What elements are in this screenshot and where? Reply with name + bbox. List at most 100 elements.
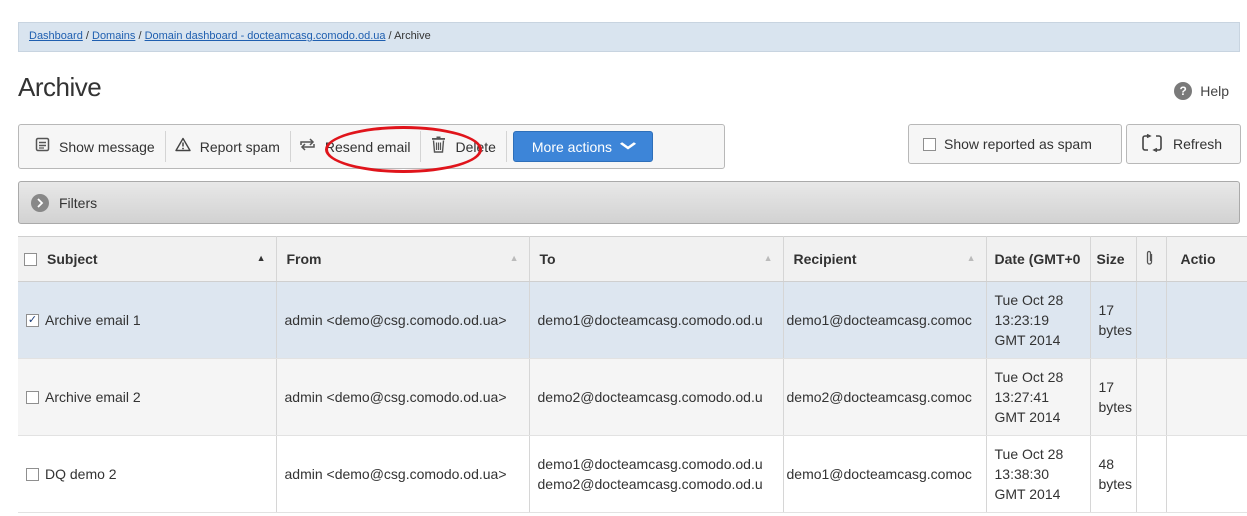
- cell-actions: [1166, 281, 1247, 359]
- cell-date: Tue Oct 28 13:38:30 GMT 2014: [986, 435, 1091, 513]
- show-message-button[interactable]: Show message: [25, 131, 166, 162]
- filters-label: Filters: [59, 194, 98, 211]
- row-subject: Archive email 1: [45, 312, 141, 328]
- row-date-time: 13:38:30: [994, 466, 1050, 482]
- cell-size: 17 bytes: [1090, 281, 1137, 359]
- show-reported-spam-label: Show reported as spam: [944, 136, 1092, 152]
- cell-date: Tue Oct 28 13:27:41 GMT 2014: [986, 358, 1091, 436]
- breadcrumb-current: Archive: [394, 30, 431, 42]
- cell-actions: [1166, 358, 1247, 436]
- archive-table: Subject ▲ From ▲ To ▲ Recipient ▲ Date (…: [18, 236, 1247, 513]
- table-row[interactable]: ✓ Archive email 1 admin <demo@csg.comodo…: [18, 281, 1247, 359]
- cell-to: demo2@docteamcasg.comodo.od.u: [529, 358, 784, 436]
- help-icon: ?: [1174, 82, 1193, 100]
- cell-from: admin <demo@csg.comodo.od.ua>: [276, 358, 530, 436]
- column-header-to-label: To: [539, 251, 556, 267]
- resend-email-button[interactable]: Resend email: [291, 131, 422, 162]
- cell-subject: ✓ Archive email 1: [18, 281, 277, 359]
- help-label: Help: [1200, 83, 1229, 99]
- column-header-attachment[interactable]: [1136, 236, 1167, 282]
- column-header-size[interactable]: Size: [1090, 236, 1137, 282]
- show-reported-spam-checkbox[interactable]: [923, 137, 936, 151]
- row-date-zone: GMT 2014: [994, 409, 1061, 425]
- cell-attachment: [1136, 435, 1167, 513]
- row-date-time: 13:23:19: [994, 312, 1050, 328]
- breadcrumb-separator: /: [82, 30, 92, 42]
- page-title: Archive: [18, 72, 102, 102]
- delete-button[interactable]: Delete: [421, 131, 507, 162]
- more-actions-button[interactable]: More actions: [512, 131, 653, 162]
- cell-to: demo1@docteamcasg.comodo.od.u demo2@doct…: [529, 435, 784, 513]
- column-header-recipient-label: Recipient: [793, 251, 857, 267]
- cell-from: admin <demo@csg.comodo.od.ua>: [276, 435, 530, 513]
- row-size-value: 17: [1098, 379, 1115, 395]
- cell-subject: DQ demo 2: [18, 435, 277, 513]
- select-all-checkbox[interactable]: [24, 252, 37, 266]
- cell-recipient: demo1@docteamcasg.comoc: [783, 281, 987, 359]
- help-link[interactable]: ? Help: [1174, 82, 1229, 100]
- row-size-value: 48: [1098, 456, 1115, 472]
- paperclip-icon: [1145, 250, 1154, 269]
- sort-icon: ▲: [763, 253, 773, 263]
- table-header-row: Subject ▲ From ▲ To ▲ Recipient ▲ Date (…: [18, 236, 1247, 282]
- filters-panel-toggle[interactable]: Filters: [18, 181, 1240, 224]
- cell-subject: Archive email 2: [18, 358, 277, 436]
- row-date-day: Tue Oct 28: [994, 446, 1064, 462]
- cell-to: demo1@docteamcasg.comodo.od.u: [529, 281, 784, 359]
- row-checkbox[interactable]: ✓: [26, 313, 39, 327]
- cell-attachment: [1136, 281, 1167, 359]
- row-checkbox[interactable]: [26, 390, 39, 404]
- show-message-label: Show message: [59, 138, 155, 155]
- row-to: demo1@docteamcasg.comodo.od.u: [537, 456, 763, 472]
- row-date-time: 13:27:41: [994, 389, 1050, 405]
- column-header-subject-label: Subject: [47, 251, 98, 267]
- breadcrumb-link-dashboard[interactable]: Dashboard: [29, 30, 83, 42]
- row-date-day: Tue Oct 28: [994, 292, 1064, 308]
- sort-icon: ▲: [509, 253, 519, 263]
- row-size-unit: bytes: [1098, 399, 1132, 415]
- cell-size: 48 bytes: [1090, 435, 1137, 513]
- breadcrumb-link-domain-dashboard[interactable]: Domain dashboard - docteamcasg.comodo.od…: [145, 30, 386, 42]
- delete-label: Delete: [455, 138, 496, 155]
- show-reported-spam-toggle[interactable]: Show reported as spam: [908, 124, 1122, 164]
- warning-icon: [174, 137, 192, 156]
- row-to: demo2@docteamcasg.comodo.od.u: [537, 389, 763, 405]
- report-spam-button[interactable]: Report spam: [166, 131, 291, 162]
- row-size-unit: bytes: [1098, 322, 1132, 338]
- report-spam-label: Report spam: [199, 138, 280, 155]
- breadcrumb-separator: /: [385, 30, 395, 42]
- row-size-value: 17: [1098, 302, 1115, 318]
- column-header-from-label: From: [286, 251, 322, 267]
- cell-actions: [1166, 435, 1247, 513]
- column-header-subject[interactable]: Subject ▲: [18, 236, 277, 282]
- column-header-actions-label: Actio: [1180, 251, 1216, 267]
- row-date-zone: GMT 2014: [994, 332, 1061, 348]
- row-checkbox[interactable]: [26, 467, 39, 481]
- column-header-recipient[interactable]: Recipient ▲: [783, 236, 987, 282]
- row-to-second: demo2@docteamcasg.comodo.od.u: [537, 476, 763, 492]
- chevron-down-icon: [619, 141, 637, 153]
- action-toolbar: Show message Report spam Resend email De…: [18, 124, 725, 169]
- sort-asc-icon: ▲: [256, 253, 266, 263]
- cell-date: Tue Oct 28 13:23:19 GMT 2014: [986, 281, 1091, 359]
- sort-icon: ▲: [966, 253, 976, 263]
- cell-recipient: demo2@docteamcasg.comoc: [783, 358, 987, 436]
- column-header-date[interactable]: Date (GMT+0: [986, 236, 1091, 282]
- more-actions-label: More actions: [531, 138, 613, 155]
- breadcrumb: Dashboard / Domains / Domain dashboard -…: [18, 22, 1240, 52]
- breadcrumb-separator: /: [135, 30, 145, 42]
- row-date-zone: GMT 2014: [994, 486, 1061, 502]
- column-header-to[interactable]: To ▲: [529, 236, 784, 282]
- row-subject: Archive email 2: [45, 389, 141, 405]
- column-header-actions: Actio: [1166, 236, 1247, 282]
- column-header-from[interactable]: From ▲: [276, 236, 530, 282]
- breadcrumb-link-domains[interactable]: Domains: [92, 30, 135, 42]
- trash-icon: [429, 136, 447, 157]
- message-icon: [33, 137, 51, 156]
- row-subject: DQ demo 2: [45, 466, 117, 482]
- table-row[interactable]: DQ demo 2 admin <demo@csg.comodo.od.ua> …: [18, 435, 1247, 513]
- refresh-button[interactable]: Refresh: [1126, 124, 1241, 164]
- table-row[interactable]: Archive email 2 admin <demo@csg.comodo.o…: [18, 358, 1247, 436]
- resend-email-label: Resend email: [324, 138, 411, 155]
- column-header-date-label: Date (GMT+0: [994, 251, 1081, 267]
